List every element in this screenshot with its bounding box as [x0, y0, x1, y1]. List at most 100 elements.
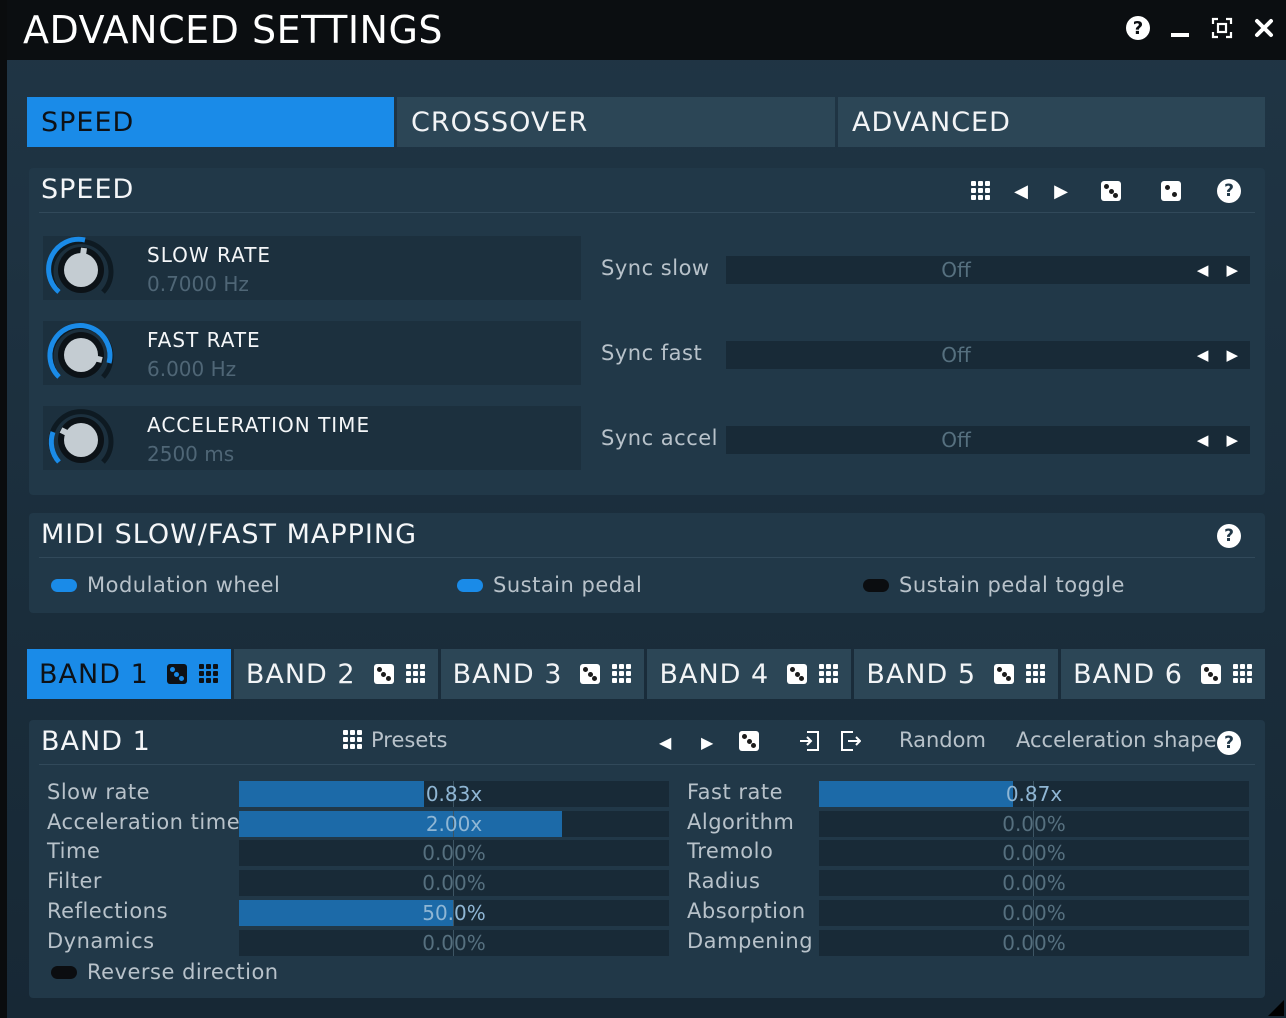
band-help-icon[interactable]: ? [1201, 728, 1257, 758]
param-label: Dynamics [47, 928, 155, 953]
minimize-icon[interactable] [1166, 14, 1194, 42]
sync-accel-label: Sync accel [601, 426, 719, 450]
tab-band-4[interactable]: BAND 4 [647, 649, 852, 699]
random-button[interactable]: Random [899, 728, 986, 752]
slow-rate-label: SLOW RATE [147, 243, 272, 267]
prev-arrow-icon[interactable]: ◀ [1001, 176, 1041, 206]
param-slider[interactable]: 0.00% [819, 840, 1249, 867]
band-tabs: BAND 1 BAND 2 BAND 3 BAND 4 BAND 5 BAND … [27, 649, 1265, 699]
midi-help-icon[interactable]: ? [1201, 521, 1257, 551]
resize-handle[interactable] [1268, 1000, 1284, 1016]
band-tab-label: BAND 2 [245, 658, 356, 690]
next-arrow-icon[interactable]: ▶ [1226, 261, 1238, 279]
divider [39, 764, 1255, 765]
param-slider[interactable]: 0.00% [239, 870, 669, 897]
speed-panel-title: SPEED [41, 174, 135, 205]
band-tab-label: BAND 5 [866, 658, 977, 690]
randomize-small-dice-icon[interactable] [1141, 176, 1201, 206]
param-slider[interactable]: 0.83x [239, 781, 669, 807]
param-value: 0.00% [422, 871, 486, 896]
speed-help-icon[interactable]: ? [1201, 176, 1257, 206]
param-value: 0.00% [422, 930, 486, 955]
fast-rate-knob[interactable] [45, 319, 117, 391]
tab-advanced[interactable]: ADVANCED [838, 97, 1265, 147]
next-arrow-icon[interactable]: ▶ [1226, 431, 1238, 449]
randomize-dice-icon[interactable] [373, 664, 394, 684]
band-tab-label: BAND 6 [1073, 658, 1183, 690]
next-preset-icon[interactable]: ▶ [701, 733, 713, 752]
randomize-dice-icon[interactable] [1081, 176, 1141, 206]
speed-header-icons: ◀ ▶ ? [961, 176, 1257, 206]
modulation-wheel-toggle[interactable]: Modulation wheel [51, 573, 280, 597]
param-slider[interactable]: 0.00% [819, 870, 1249, 897]
next-arrow-icon[interactable]: ▶ [1226, 346, 1238, 364]
randomize-dice-icon[interactable] [739, 731, 759, 751]
acceleration-shape-button[interactable]: Acceleration shape [1016, 728, 1217, 752]
band-1-panel: BAND 1 Presets ◀ ▶ Random Acceleration s… [29, 720, 1265, 998]
acceleration-time-knob[interactable] [45, 404, 117, 476]
tab-band-6[interactable]: BAND 6 [1061, 649, 1265, 699]
sync-slow-select[interactable]: Off ◀ ▶ [726, 256, 1250, 284]
next-arrow-icon[interactable]: ▶ [1041, 176, 1081, 206]
grid-menu-icon[interactable] [1232, 664, 1253, 684]
param-slider[interactable]: 0.00% [239, 840, 669, 867]
slow-rate-knob[interactable] [45, 234, 117, 306]
tab-band-1[interactable]: BAND 1 [27, 649, 231, 699]
close-icon[interactable] [1250, 14, 1278, 42]
toggle-switch[interactable] [51, 965, 77, 979]
param-slider[interactable]: 0.00% [819, 899, 1249, 926]
sustain-pedal-label: Sustain pedal [493, 573, 643, 597]
param-slider[interactable]: 50.0% [239, 899, 669, 926]
grid-menu-icon[interactable] [405, 664, 426, 684]
tab-band-2[interactable]: BAND 2 [233, 649, 438, 699]
param-label: Absorption [687, 898, 806, 923]
help-icon[interactable]: ? [1124, 14, 1152, 42]
param-label: Dampening [687, 928, 814, 953]
param-slider[interactable]: 0.87x [819, 781, 1249, 807]
prev-arrow-icon[interactable]: ◀ [1197, 431, 1209, 449]
reverse-direction-toggle[interactable]: Reverse direction [51, 960, 279, 984]
export-icon[interactable] [839, 730, 861, 752]
grid-menu-icon[interactable] [1026, 664, 1046, 684]
param-slider[interactable]: 0.00% [239, 929, 669, 956]
randomize-dice-icon[interactable] [1200, 664, 1221, 684]
band-tab-label: BAND 4 [659, 658, 770, 690]
sync-fast-select[interactable]: Off ◀ ▶ [726, 341, 1250, 369]
advanced-settings-window: ADVANCED SETTINGS ? SPEED CROSSOVER ADVA… [7, 0, 1286, 1018]
prev-arrow-icon[interactable]: ◀ [1197, 346, 1209, 364]
window-title: ADVANCED SETTINGS [23, 8, 444, 52]
param-slider[interactable]: 0.00% [819, 810, 1249, 837]
grid-menu-icon[interactable] [961, 176, 1001, 206]
randomize-dice-icon[interactable] [166, 664, 187, 684]
param-label: Acceleration time [47, 809, 241, 834]
prev-arrow-icon[interactable]: ◀ [1197, 261, 1209, 279]
sustain-pedal-toggle[interactable]: Sustain pedal [457, 573, 642, 597]
sustain-pedal-toggle-toggle[interactable]: Sustain pedal toggle [863, 573, 1125, 597]
grid-menu-icon[interactable] [198, 664, 219, 684]
param-slider[interactable]: 2.00x [239, 810, 669, 837]
tab-band-5[interactable]: BAND 5 [854, 649, 1059, 699]
prev-preset-icon[interactable]: ◀ [659, 733, 671, 752]
maximize-icon[interactable] [1208, 14, 1236, 42]
tab-band-3[interactable]: BAND 3 [440, 649, 645, 699]
tab-crossover[interactable]: CROSSOVER [397, 97, 835, 147]
toggle-switch[interactable] [863, 578, 889, 592]
grid-menu-icon[interactable] [612, 664, 632, 684]
randomize-dice-icon[interactable] [787, 664, 808, 684]
randomize-dice-icon[interactable] [994, 664, 1015, 684]
slow-rate-value: 0.7000 Hz [147, 272, 249, 296]
tab-speed[interactable]: SPEED [27, 97, 394, 147]
param-label: Radius [687, 869, 761, 894]
toggle-switch[interactable] [51, 578, 77, 592]
randomize-dice-icon[interactable] [580, 664, 601, 684]
param-slider[interactable]: 0.00% [819, 929, 1249, 956]
toggle-switch[interactable] [457, 578, 483, 592]
acceleration-time-control: ACCELERATION TIME 2500 ms [43, 406, 581, 470]
presets-button[interactable]: Presets [343, 728, 447, 752]
import-icon[interactable] [799, 730, 821, 752]
slow-rate-control: SLOW RATE 0.7000 Hz [43, 236, 581, 300]
sync-accel-select[interactable]: Off ◀ ▶ [726, 426, 1250, 454]
acceleration-time-label: ACCELERATION TIME [147, 413, 371, 437]
grid-menu-icon[interactable] [819, 664, 839, 684]
band-tab-label: BAND 1 [39, 658, 149, 690]
